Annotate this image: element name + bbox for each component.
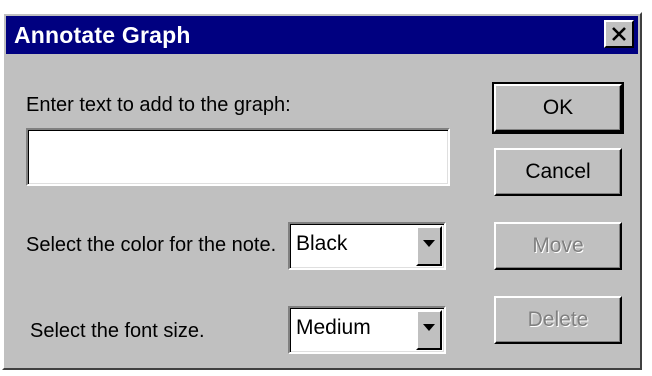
delete-button-label: Delete bbox=[527, 308, 589, 331]
cancel-button-label: Cancel bbox=[525, 160, 591, 183]
font-size-dropdown-button[interactable] bbox=[416, 310, 442, 350]
window-title: Annotate Graph bbox=[14, 22, 191, 48]
color-prompt-label: Select the color for the note. bbox=[26, 234, 277, 256]
close-icon bbox=[612, 27, 626, 41]
delete-button[interactable]: Delete bbox=[494, 296, 622, 344]
annotation-text-field[interactable] bbox=[26, 128, 450, 186]
move-button-label: Move bbox=[532, 234, 584, 257]
move-button[interactable]: Move bbox=[494, 222, 622, 270]
cancel-button[interactable]: Cancel bbox=[494, 148, 622, 196]
font-size-select[interactable]: Medium bbox=[288, 306, 446, 354]
ok-button[interactable]: OK bbox=[492, 82, 624, 134]
text-prompt-label: Enter text to add to the graph: bbox=[26, 94, 291, 116]
color-select[interactable]: Black bbox=[288, 222, 446, 270]
color-select-value: Black bbox=[296, 232, 348, 255]
close-button[interactable] bbox=[604, 20, 634, 48]
color-dropdown-button[interactable] bbox=[416, 226, 442, 266]
annotation-text-input[interactable] bbox=[31, 133, 449, 181]
title-bar[interactable]: Annotate Graph bbox=[6, 16, 638, 54]
font-size-prompt-label: Select the font size. bbox=[30, 320, 205, 342]
font-size-select-value: Medium bbox=[296, 316, 371, 339]
chevron-down-icon bbox=[423, 324, 435, 331]
ok-button-label: OK bbox=[542, 96, 574, 119]
annotate-graph-dialog: Annotate Graph Enter text to add to the … bbox=[2, 12, 642, 370]
chevron-down-icon bbox=[423, 240, 435, 247]
